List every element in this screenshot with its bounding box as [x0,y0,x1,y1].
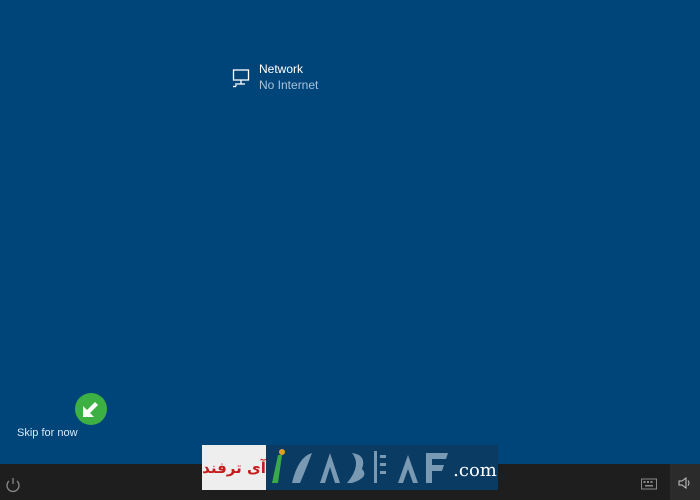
network-entry[interactable]: Network No Internet [232,60,342,96]
volume-button[interactable] [670,464,700,500]
volume-icon [678,477,690,489]
network-status: No Internet [259,78,319,92]
setup-screen: Network No Internet Skip for now آی ترفن… [0,0,700,500]
keyboard-icon[interactable] [641,478,657,490]
arrow-pointer-icon [75,393,107,425]
watermark-logo: آی ترفند .com [202,445,498,490]
power-icon[interactable] [4,476,22,494]
skip-for-now-link[interactable]: Skip for now [17,426,78,440]
watermark-latin-text: .com [453,460,497,481]
network-text: Network No Internet [259,60,318,93]
network-title: Network [259,62,304,76]
network-computer-icon [232,69,250,88]
watermark-persian-text: آی ترفند [202,459,267,477]
